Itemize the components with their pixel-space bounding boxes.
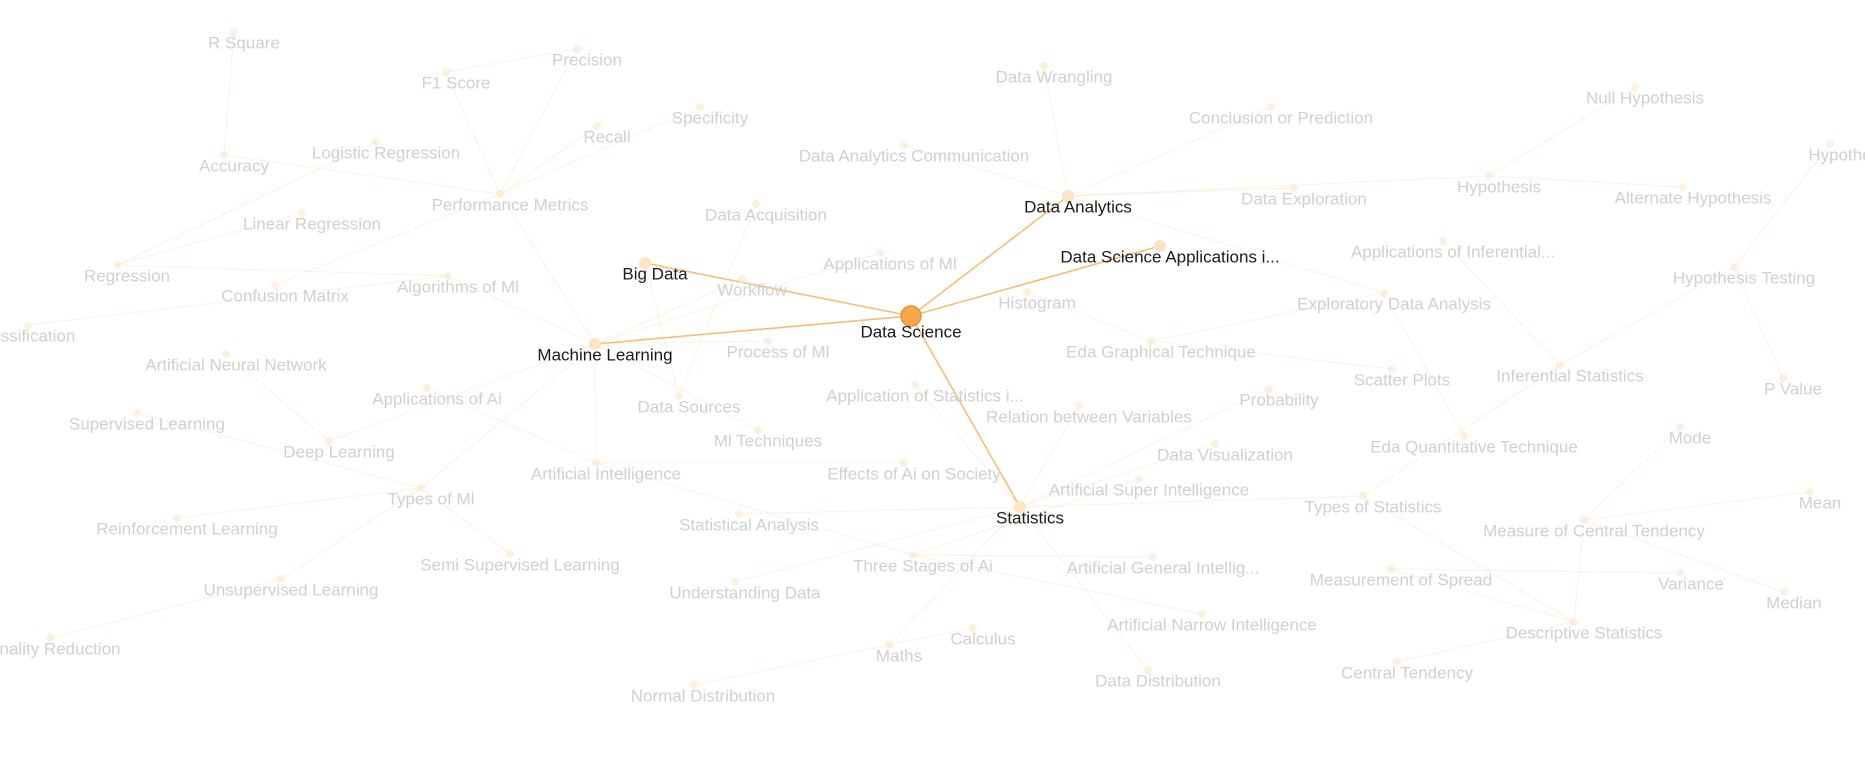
graph-edge-eda_quantitative-eda xyxy=(1383,292,1465,437)
graph-node-label-linear-regression[interactable]: Linear Regression xyxy=(243,214,381,233)
graph-node-label-supervised[interactable]: Supervised Learning xyxy=(69,414,225,433)
graph-node-label-understanding-data[interactable]: Understanding Data xyxy=(669,583,821,602)
graph-node-label-machine-learning[interactable]: Machine Learning xyxy=(537,345,672,364)
graph-node-label-applications-inferential[interactable]: Applications of Inferential... xyxy=(1351,242,1555,261)
graph-edge-normal_distribution-maths xyxy=(692,644,890,686)
graph-node-label-workflow[interactable]: Workflow xyxy=(717,280,787,299)
graph-node-label-accuracy[interactable]: Accuracy xyxy=(199,156,269,175)
graph-node-label-hypothe-cut[interactable]: Hypothe xyxy=(1808,145,1865,164)
graph-node-label-central-tendency-measure[interactable]: Measure of Central Tendency xyxy=(1483,521,1705,540)
graph-node-label-unsupervised[interactable]: Unsupervised Learning xyxy=(204,580,379,599)
graph-node-label-data-distribution[interactable]: Data Distribution xyxy=(1095,671,1221,690)
graph-node-label-agi[interactable]: Artificial General Intellig... xyxy=(1067,558,1260,577)
graph-node-label-types-ml[interactable]: Types of Ml xyxy=(388,489,475,508)
graph-node-label-conclusion-prediction[interactable]: Conclusion or Prediction xyxy=(1189,108,1373,127)
graph-node-label-data-analytics[interactable]: Data Analytics xyxy=(1024,197,1132,216)
graph-node-label-eda[interactable]: Exploratory Data Analysis xyxy=(1297,294,1491,313)
graph-node-label-data-exploration[interactable]: Data Exploration xyxy=(1241,189,1367,208)
graph-edge-reinforcement-types_ml xyxy=(176,487,422,519)
graph-edge-precision-performance_metrics xyxy=(499,48,578,195)
graph-node-label-hypothesis-testing[interactable]: Hypothesis Testing xyxy=(1673,268,1815,287)
graph-edge-specificity-performance_metrics xyxy=(499,106,701,195)
graph-node-label-ml-techniques[interactable]: Ml Techniques xyxy=(714,431,822,450)
graph-node-label-scatter-plots[interactable]: Scatter Plots xyxy=(1354,370,1450,389)
graph-node-label-maths[interactable]: Maths xyxy=(876,646,922,665)
graph-node-label-regression[interactable]: Regression xyxy=(84,266,170,285)
graph-node-label-hypothesis[interactable]: Hypothesis xyxy=(1457,177,1541,196)
graph-node-label-eda-graphical[interactable]: Eda Graphical Technique xyxy=(1066,342,1256,361)
graph-edge-data_acquisition-data_sources xyxy=(678,203,757,397)
graph-node-label-data-sources[interactable]: Data Sources xyxy=(638,397,741,416)
graph-node-label-specificity[interactable]: Specificity xyxy=(672,108,749,127)
graph-labels: Data Science Big Data Machine Learning Data… xyxy=(0,33,1865,705)
graph-node-label-normal-distribution[interactable]: Normal Distribution xyxy=(631,686,776,705)
graph-node-label-ann[interactable]: Artificial Neural Network xyxy=(145,355,327,374)
graph-node-label-applications-ai[interactable]: Applications of Ai xyxy=(372,389,501,408)
graph-node-label-relation-variables[interactable]: Relation between Variables xyxy=(986,407,1192,426)
graph-node-label-statistics[interactable]: Statistics xyxy=(996,508,1064,527)
graph-node-label-histogram[interactable]: Histogram xyxy=(998,293,1075,312)
graph-node-label-data-visualization[interactable]: Data Visualization xyxy=(1157,445,1293,464)
graph-node-label-reinforcement[interactable]: Reinforcement Learning xyxy=(96,519,277,538)
graph-node-label-r-square[interactable]: R Square xyxy=(208,33,280,52)
graph-node-label-da-communication[interactable]: Data Analytics Communication xyxy=(799,146,1030,165)
graph-edge-mode-central_tendency_measure xyxy=(1583,426,1681,521)
graph-node-label-median[interactable]: Median xyxy=(1766,593,1822,612)
graph-node-label-data-acquisition[interactable]: Data Acquisition xyxy=(705,205,827,224)
graph-node-label-p-value[interactable]: P Value xyxy=(1764,379,1822,398)
graph-node-label-classification[interactable]: ssification xyxy=(1,326,76,345)
graph-node-label-dim-reduction[interactable]: nality Reduction xyxy=(0,639,120,658)
knowledge-graph-canvas[interactable]: Data Science Big Data Machine Learning Data… xyxy=(0,0,1865,758)
graph-node-label-precision[interactable]: Precision xyxy=(552,50,622,69)
graph-node-label-mode[interactable]: Mode xyxy=(1669,428,1712,447)
graph-node-label-data-science[interactable]: Data Science xyxy=(860,322,961,341)
graph-node-label-applications-ml[interactable]: Applications of Ml xyxy=(823,254,956,273)
graph-node-label-deep-learning[interactable]: Deep Learning xyxy=(283,442,395,461)
graph-node-label-probability[interactable]: Probability xyxy=(1239,390,1319,409)
graph-node-label-recall[interactable]: Recall xyxy=(583,127,630,146)
graph-edge-maths-statistics xyxy=(888,506,1021,646)
graph-node-label-algorithms-ml[interactable]: Algorithms of Ml xyxy=(397,277,519,296)
graph-node-label-null-hypothesis[interactable]: Null Hypothesis xyxy=(1586,88,1704,107)
graph-node-label-ds-applications[interactable]: Data Science Applications i... xyxy=(1060,247,1279,266)
graph-node-label-semi-supervised[interactable]: Semi Supervised Learning xyxy=(420,555,619,574)
graph-node-label-ani[interactable]: Artificial Narrow Intelligence xyxy=(1107,615,1317,634)
graph-node-label-mean[interactable]: Mean xyxy=(1799,493,1842,512)
graph-node-label-types-statistics[interactable]: Types of Statistics xyxy=(1305,497,1442,516)
graph-node-label-data-wrangling[interactable]: Data Wrangling xyxy=(996,67,1113,86)
graph-node-label-logistic-regression[interactable]: Logistic Regression xyxy=(312,143,460,162)
graph-node-label-confusion-matrix[interactable]: Confusion Matrix xyxy=(221,286,349,305)
graph-node-label-descriptive-statistics[interactable]: Descriptive Statistics xyxy=(1506,623,1663,642)
graph-node-label-asi[interactable]: Artificial Super Intelligence xyxy=(1049,480,1249,499)
graph-node-label-eda-quantitative[interactable]: Eda Quantitative Technique xyxy=(1370,437,1578,456)
graph-node-label-app-statistics[interactable]: Application of Statistics i... xyxy=(826,386,1023,405)
graph-node-label-big-data[interactable]: Big Data xyxy=(622,264,688,283)
graph-node-label-measurement-spread[interactable]: Measurement of Spread xyxy=(1310,570,1492,589)
graph-node-label-f1-score[interactable]: F1 Score xyxy=(422,73,491,92)
graph-node-label-process-ml[interactable]: Process of Ml xyxy=(727,342,830,361)
graph-node-label-artificial-intelligence[interactable]: Artificial Intelligence xyxy=(531,464,681,483)
graph-node-label-variance[interactable]: Variance xyxy=(1658,574,1724,593)
graph-node-label-alternate-hypothesis[interactable]: Alternate Hypothesis xyxy=(1615,188,1772,207)
graph-node-label-calculus[interactable]: Calculus xyxy=(950,629,1015,648)
graph-node-label-performance-metrics[interactable]: Performance Metrics xyxy=(432,195,589,214)
graph-edge-mean-central_tendency_measure xyxy=(1583,491,1811,521)
graph-node-label-central-tendency[interactable]: Central Tendency xyxy=(1341,663,1473,682)
graph-edge-data_distribution-statistics xyxy=(1019,506,1149,671)
graph-edge-statistical_analysis-statistics xyxy=(738,506,1021,515)
graph-node-label-three-stages-ai[interactable]: Three Stages of Ai xyxy=(853,556,993,575)
graph-node-label-inferential-statistics[interactable]: Inferential Statistics xyxy=(1496,366,1643,385)
graph-node-label-effects-ai[interactable]: Effects of Ai on Society xyxy=(827,464,1001,483)
graph-node-label-statistical-analysis[interactable]: Statistical Analysis xyxy=(679,515,819,534)
